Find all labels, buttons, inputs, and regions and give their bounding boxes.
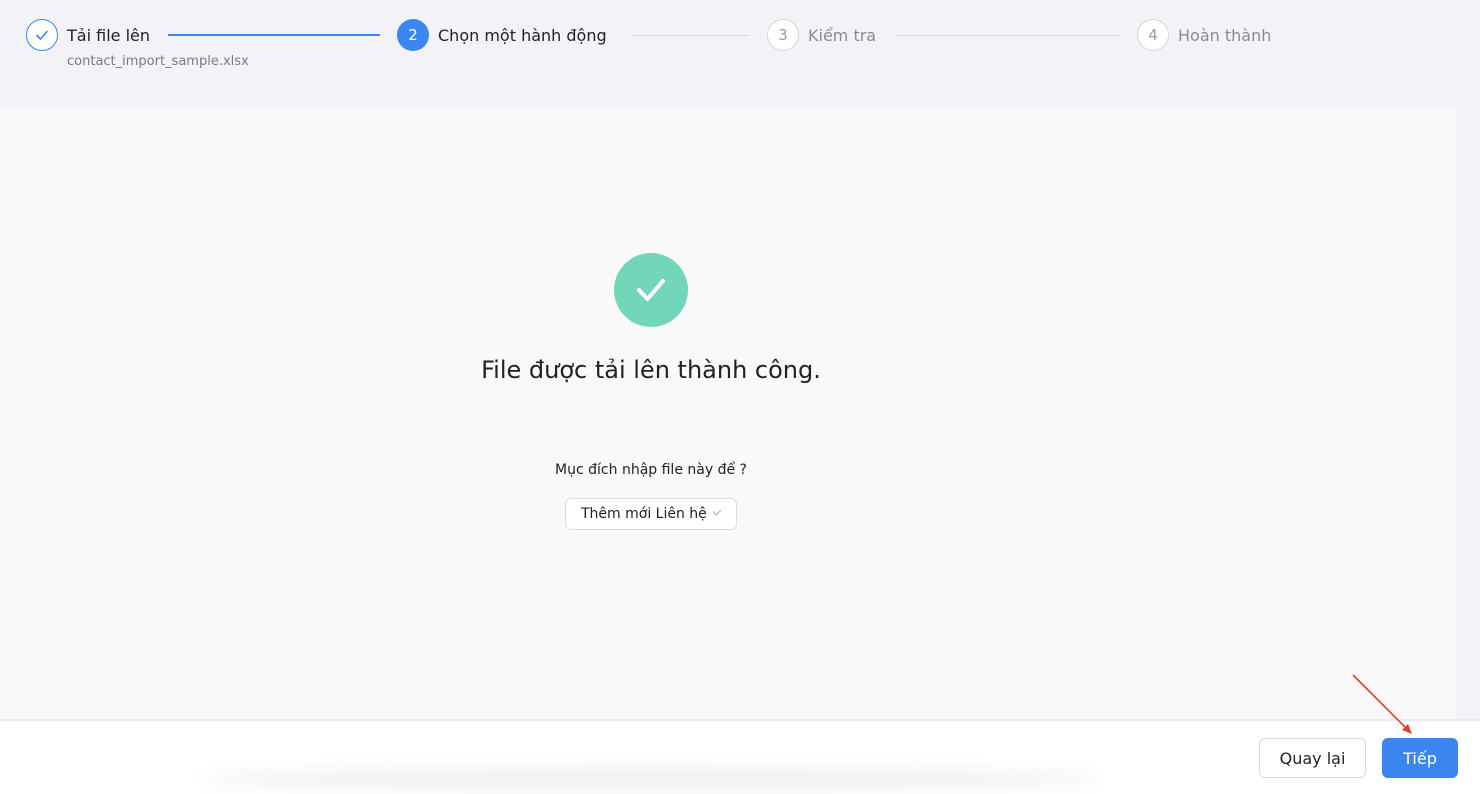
success-message: File được tải lên thành công. bbox=[481, 356, 821, 384]
purpose-question: Mục đích nhập file này để ? bbox=[555, 462, 747, 478]
import-wizard: Tải file lên contact_import_sample.xlsx … bbox=[0, 0, 1480, 794]
step-1-label: Tải file lên bbox=[67, 26, 150, 45]
success-check-icon bbox=[614, 253, 688, 327]
purpose-select[interactable]: Thêm mới Liên hệ bbox=[565, 498, 737, 530]
step-4-number: 4 bbox=[1137, 19, 1169, 51]
content-panel bbox=[0, 107, 1456, 719]
step-3-number: 3 bbox=[767, 19, 799, 51]
chevron-down-icon bbox=[712, 508, 722, 521]
step-1-check-icon bbox=[26, 19, 58, 51]
step-4-label: Hoàn thành bbox=[1178, 26, 1272, 45]
step-connector-1 bbox=[168, 34, 380, 36]
step-connector-3 bbox=[896, 35, 1119, 36]
stepper: Tải file lên contact_import_sample.xlsx … bbox=[0, 0, 1480, 106]
footer-shadow bbox=[200, 768, 1100, 790]
purpose-select-value: Thêm mới Liên hệ bbox=[581, 506, 707, 522]
step-2-label: Chọn một hành động bbox=[438, 26, 607, 45]
annotation-arrow-icon bbox=[1352, 674, 1412, 734]
step-connector-2 bbox=[632, 35, 749, 36]
uploaded-file-name: contact_import_sample.xlsx bbox=[67, 54, 249, 69]
step-3-label: Kiểm tra bbox=[808, 26, 877, 45]
step-2-number: 2 bbox=[397, 19, 429, 51]
